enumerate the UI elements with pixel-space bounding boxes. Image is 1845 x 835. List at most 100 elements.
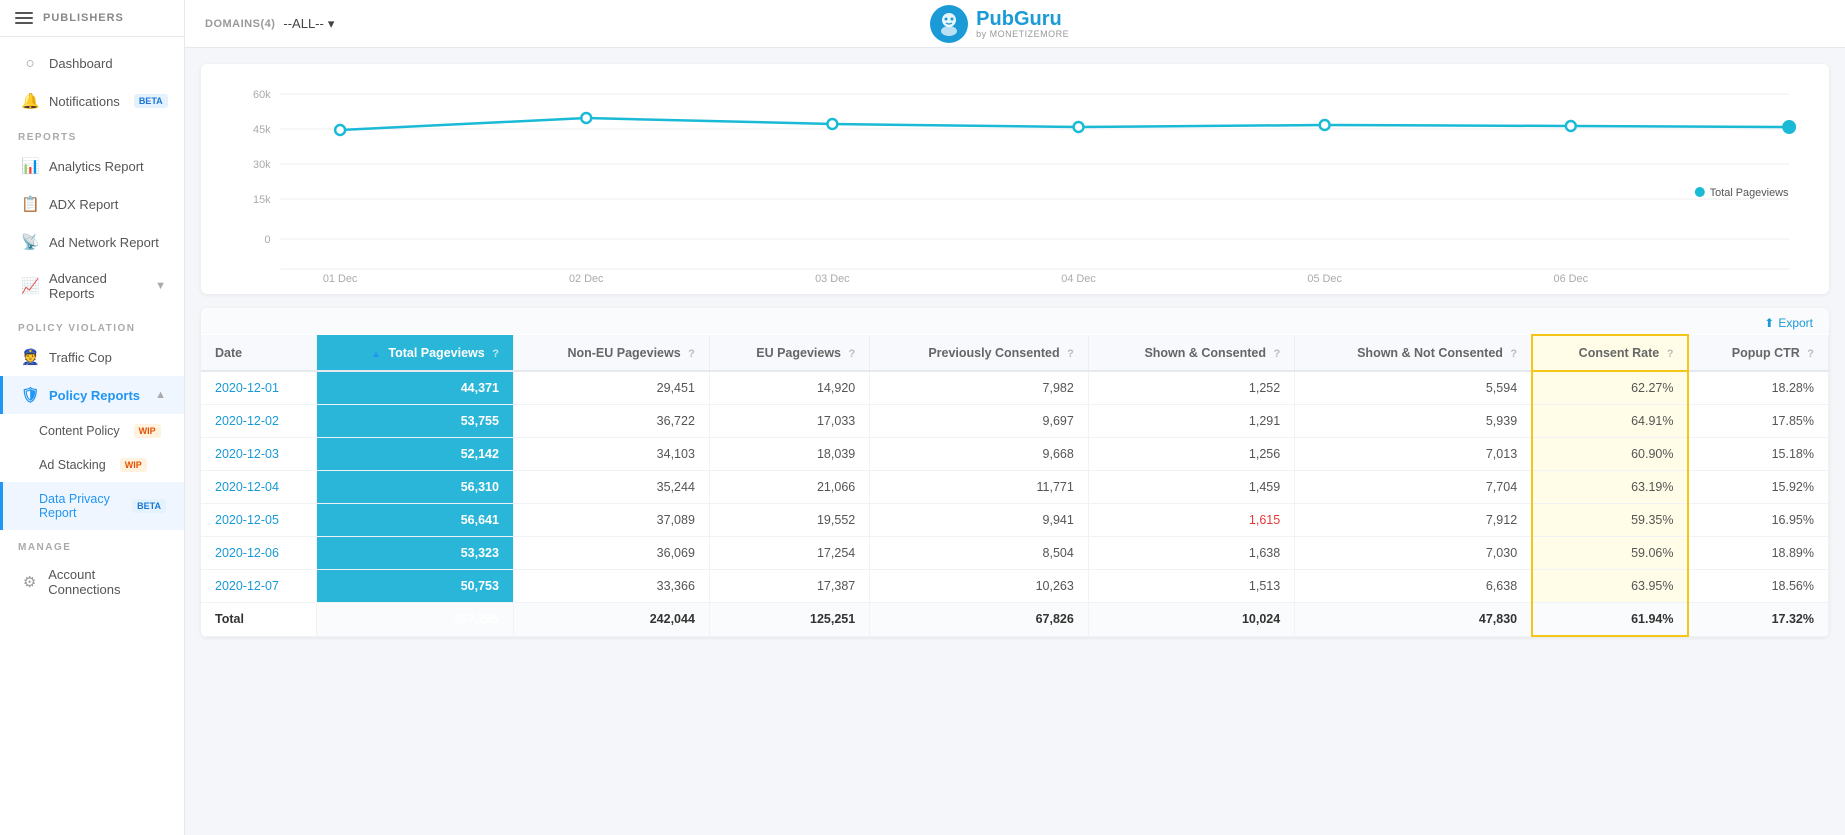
- cell-total-shown-not-consented: 47,830: [1295, 603, 1532, 637]
- cell-total-pv: 52,142: [317, 438, 514, 471]
- sidebar-item-content-policy[interactable]: Content Policy WIP: [0, 414, 184, 448]
- sidebar: PUBLISHERS ○ Dashboard 🔔 Notifications B…: [0, 0, 185, 835]
- svg-text:01 Dec: 01 Dec: [323, 273, 358, 284]
- cell-total-pv: 44,371: [317, 371, 514, 405]
- col-header-shown-consented: Shown & Consented ?: [1088, 335, 1294, 371]
- cell-non-eu-pv: 36,069: [513, 537, 709, 570]
- col-header-eu-pv: EU Pageviews ?: [709, 335, 869, 371]
- main-content: DOMAINS(4) --ALL-- ▾ PubGuru by MONETIZE…: [185, 0, 1845, 835]
- cell-consent-rate: 59.06%: [1532, 537, 1688, 570]
- dropdown-arrow-icon: ▾: [328, 16, 335, 32]
- adx-icon: 📋: [21, 195, 39, 213]
- table-row: 2020-12-06 53,323 36,069 17,254 8,504 1,…: [201, 537, 1829, 570]
- cell-prev-consented: 7,982: [870, 371, 1089, 405]
- cell-popup-ctr: 15.18%: [1688, 438, 1828, 471]
- info-icon[interactable]: ?: [688, 348, 695, 360]
- beta-badge: BETA: [132, 499, 166, 513]
- cell-prev-consented: 9,941: [870, 504, 1089, 537]
- domains-selector[interactable]: DOMAINS(4) --ALL-- ▾: [205, 16, 334, 32]
- sidebar-item-adx-report[interactable]: 📋 ADX Report: [0, 185, 184, 223]
- cell-shown-not-consented: 7,912: [1295, 504, 1532, 537]
- cell-prev-consented: 8,504: [870, 537, 1089, 570]
- svg-text:Total Pageviews: Total Pageviews: [1710, 187, 1789, 199]
- cell-date: 2020-12-05: [201, 504, 317, 537]
- chevron-down-icon: ▼: [155, 280, 166, 292]
- sidebar-item-ad-stacking[interactable]: Ad Stacking WIP: [0, 448, 184, 482]
- cell-total-total-pv: 367,295: [317, 603, 514, 637]
- cell-prev-consented: 10,263: [870, 570, 1089, 603]
- shield-icon: 🛡: [21, 386, 39, 404]
- cell-non-eu-pv: 34,103: [513, 438, 709, 471]
- logo: PubGuru by MONETIZEMORE: [930, 5, 1069, 43]
- info-icon[interactable]: ?: [492, 348, 499, 360]
- topbar: DOMAINS(4) --ALL-- ▾ PubGuru by MONETIZE…: [185, 0, 1845, 48]
- cell-total-pv: 53,755: [317, 405, 514, 438]
- advanced-reports-icon: 📈: [21, 277, 39, 295]
- sidebar-item-account-connections[interactable]: ⚙ Account Connections: [0, 557, 184, 607]
- cell-prev-consented: 11,771: [870, 471, 1089, 504]
- sidebar-item-notifications[interactable]: 🔔 Notifications BETA: [0, 82, 184, 120]
- sidebar-item-label: Dashboard: [49, 56, 113, 71]
- traffic-cop-icon: 👮: [21, 348, 39, 366]
- content-policy-label: Content Policy: [39, 424, 120, 438]
- svg-text:02 Dec: 02 Dec: [569, 273, 604, 284]
- svg-text:0: 0: [265, 234, 271, 246]
- info-icon[interactable]: ?: [1667, 348, 1674, 360]
- sidebar-item-traffic-cop[interactable]: 👮 Traffic Cop: [0, 338, 184, 376]
- cell-non-eu-pv: 37,089: [513, 504, 709, 537]
- sidebar-item-advanced-reports[interactable]: 📈 Advanced Reports ▼: [0, 261, 184, 311]
- ad-stacking-label: Ad Stacking: [39, 458, 106, 472]
- cell-date: 2020-12-07: [201, 570, 317, 603]
- svg-text:03 Dec: 03 Dec: [815, 273, 850, 284]
- logo-icon: [930, 5, 968, 43]
- table-row: 2020-12-01 44,371 29,451 14,920 7,982 1,…: [201, 371, 1829, 405]
- sidebar-item-label: Ad Network Report: [49, 235, 159, 250]
- hamburger-menu[interactable]: [15, 12, 33, 24]
- export-button[interactable]: ⬆ Export: [1764, 316, 1813, 330]
- chart-container: 60k 45k 30k 15k 0 01 Dec 02 Dec 03 Dec 0…: [201, 64, 1829, 294]
- cell-popup-ctr: 18.28%: [1688, 371, 1828, 405]
- sidebar-item-data-privacy[interactable]: Data Privacy Report BETA: [0, 482, 184, 530]
- sidebar-item-ad-network-report[interactable]: 📡 Ad Network Report: [0, 223, 184, 261]
- cell-non-eu-pv: 33,366: [513, 570, 709, 603]
- table-row: 2020-12-07 50,753 33,366 17,387 10,263 1…: [201, 570, 1829, 603]
- table-total-row: Total 367,295 242,044 125,251 67,826 10,…: [201, 603, 1829, 637]
- wip-badge: WIP: [120, 458, 147, 472]
- cell-prev-consented: 9,668: [870, 438, 1089, 471]
- ad-network-icon: 📡: [21, 233, 39, 251]
- info-icon[interactable]: ?: [1273, 348, 1280, 360]
- sidebar-item-label: Advanced Reports: [49, 271, 145, 301]
- export-label: Export: [1778, 316, 1813, 330]
- sidebar-navigation: ○ Dashboard 🔔 Notifications BETA REPORTS…: [0, 37, 184, 615]
- cell-shown-consented: 1,615: [1088, 504, 1294, 537]
- cell-eu-pv: 18,039: [709, 438, 869, 471]
- col-header-shown-not-consented: Shown & Not Consented ?: [1295, 335, 1532, 371]
- sidebar-item-label: Account Connections: [48, 567, 166, 597]
- sidebar-item-analytics-report[interactable]: 📊 Analytics Report: [0, 147, 184, 185]
- policy-section-label: POLICY VIOLATION: [0, 311, 184, 338]
- cell-eu-pv: 17,387: [709, 570, 869, 603]
- info-icon[interactable]: ?: [1510, 348, 1517, 360]
- sidebar-item-dashboard[interactable]: ○ Dashboard: [0, 45, 184, 82]
- reports-section-label: REPORTS: [0, 120, 184, 147]
- sidebar-item-policy-reports[interactable]: 🛡 Policy Reports ▲: [0, 376, 184, 414]
- info-icon[interactable]: ?: [848, 348, 855, 360]
- logo-text: PubGuru: [976, 9, 1069, 29]
- cell-shown-consented: 1,459: [1088, 471, 1294, 504]
- sidebar-item-label: Analytics Report: [49, 159, 144, 174]
- cell-popup-ctr: 18.56%: [1688, 570, 1828, 603]
- cell-total-shown-consented: 10,024: [1088, 603, 1294, 637]
- cell-shown-not-consented: 6,638: [1295, 570, 1532, 603]
- info-icon[interactable]: ?: [1067, 348, 1074, 360]
- domains-dropdown[interactable]: --ALL-- ▾: [283, 16, 334, 32]
- cell-total-pv: 56,310: [317, 471, 514, 504]
- data-table-container: ⬆ Export Date ▲ Total Pageviews ? Non-EU…: [201, 308, 1829, 637]
- cell-non-eu-pv: 35,244: [513, 471, 709, 504]
- cell-eu-pv: 17,254: [709, 537, 869, 570]
- publishers-label: PUBLISHERS: [43, 12, 124, 24]
- cell-total-pv: 56,641: [317, 504, 514, 537]
- data-table: Date ▲ Total Pageviews ? Non-EU Pageview…: [201, 334, 1829, 637]
- manage-section-label: MANAGE: [0, 530, 184, 557]
- svg-text:04 Dec: 04 Dec: [1061, 273, 1096, 284]
- info-icon[interactable]: ?: [1807, 348, 1814, 360]
